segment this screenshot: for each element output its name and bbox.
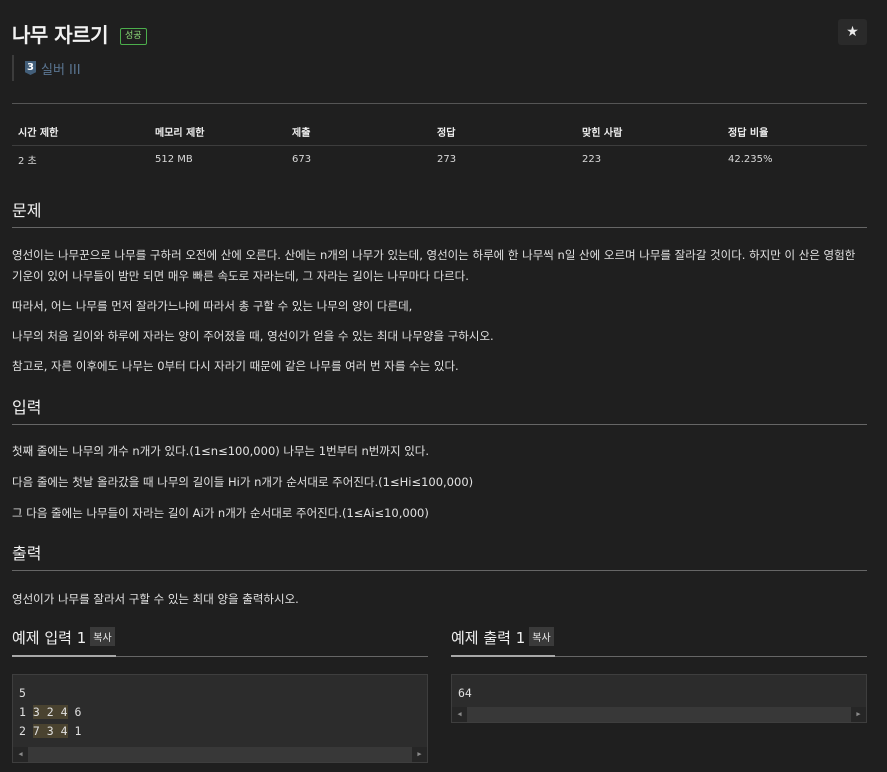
scroll-right-icon[interactable]: ▶ xyxy=(851,707,866,722)
value-time-limit: 2 초 xyxy=(18,155,37,167)
sample-input-token: 2 xyxy=(19,724,26,738)
section-heading-problem: 문제 xyxy=(12,197,867,228)
sample-input-token: 7 xyxy=(32,724,40,738)
header-time-limit: 시간 제한 xyxy=(18,127,59,139)
tier-link[interactable]: 3 실버 III xyxy=(12,55,81,81)
sample-input-heading: 예제 입력 1 복사 xyxy=(12,627,428,657)
tier-label: 실버 III xyxy=(41,62,81,78)
sample-input-line: 2 7 3 4 1 xyxy=(19,722,427,741)
section-heading-output: 출력 xyxy=(12,540,867,571)
section-heading-input: 입력 xyxy=(12,394,867,425)
scroll-right-icon[interactable]: ▶ xyxy=(412,747,427,762)
heading-underline xyxy=(12,655,116,657)
sample-input-token: 5 xyxy=(19,686,26,700)
copy-sample-output-button[interactable]: 복사 xyxy=(529,627,554,646)
input-paragraph-2: 다음 줄에는 첫날 올라갔을 때 나무의 길이들 Hi가 n개가 순서대로 주어… xyxy=(12,475,474,489)
sample-input-line: 1 3 2 4 6 xyxy=(19,703,427,722)
scrollbar-thumb[interactable] xyxy=(467,707,851,722)
sample-input-token: 4 xyxy=(60,705,68,719)
problem-paragraph-1: 영선이는 나무꾼으로 나무를 구하러 오전에 산에 오른다. 산에는 n개의 나… xyxy=(12,248,856,283)
value-accept-ratio: 42.235% xyxy=(728,153,773,165)
sample-output-text: 64 xyxy=(458,686,472,700)
sample-input-token: 4 xyxy=(60,724,68,738)
title-row: 나무 자르기 성공 ★ xyxy=(12,0,867,50)
header-solved-users: 맞힌 사람 xyxy=(582,127,623,139)
value-accepted: 273 xyxy=(437,153,457,165)
table-row: 2 초 512 MB 673 273 223 42.235% xyxy=(12,146,867,172)
sample-input-token: 2 xyxy=(46,705,54,719)
output-paragraph-1: 영선이가 나무를 잘라서 구할 수 있는 최대 양을 출력하시오. xyxy=(12,592,299,606)
sample-input-token: 3 xyxy=(46,724,54,738)
sample-output-title: 예제 출력 1 xyxy=(451,629,526,647)
divider xyxy=(12,103,867,104)
sample-input-token: 1 xyxy=(19,705,26,719)
problem-paragraph-2: 따라서, 어느 나무를 먼저 잘라가느냐에 따라서 총 구할 수 있는 나무의 … xyxy=(12,299,413,313)
problem-paragraph-4: 참고로, 자른 이후에도 나무는 0부터 다시 자라기 때문에 같은 나무를 여… xyxy=(12,359,459,373)
sample-input-token: 3 xyxy=(32,705,40,719)
scroll-left-icon[interactable]: ◀ xyxy=(13,747,28,762)
horizontal-scrollbar[interactable]: ◀ ▶ xyxy=(452,707,866,722)
tier-badge-icon: 3 xyxy=(25,61,36,75)
sample-output-heading: 예제 출력 1 복사 xyxy=(451,627,867,657)
heading-underline xyxy=(451,655,555,657)
header-accept-ratio: 정답 비율 xyxy=(728,127,769,139)
sample-input-line: 5 xyxy=(19,684,427,703)
problem-title: 나무 자르기 xyxy=(12,23,108,47)
scroll-left-icon[interactable]: ◀ xyxy=(452,707,467,722)
table-header-row: 시간 제한 메모리 제한 제출 정답 맞힌 사람 정답 비율 xyxy=(12,117,867,146)
value-submissions: 673 xyxy=(292,153,312,165)
sample-input-title: 예제 입력 1 xyxy=(12,629,87,647)
input-paragraph-3: 그 다음 줄에는 나무들이 자라는 길이 Ai가 n개가 순서대로 주어진다.(… xyxy=(12,506,429,520)
star-icon[interactable]: ★ xyxy=(838,19,867,45)
horizontal-scrollbar[interactable]: ◀ ▶ xyxy=(13,747,427,762)
sample-input-box[interactable]: 51 3 2 4 62 7 3 4 1 ◀ ▶ xyxy=(12,674,428,763)
problem-paragraph-3: 나무의 처음 길이와 하루에 자라는 양이 주어졌을 때, 영선이가 얻을 수 … xyxy=(12,329,494,343)
header-accepted: 정답 xyxy=(437,127,456,139)
problem-info-table: 시간 제한 메모리 제한 제출 정답 맞힌 사람 정답 비율 2 초 512 M… xyxy=(12,117,867,172)
value-memory-limit: 512 MB xyxy=(155,153,193,165)
sample-input-token: 1 xyxy=(74,724,82,738)
sample-input-token: 6 xyxy=(74,705,82,719)
problem-page: 나무 자르기 성공 ★ 3 실버 III 시간 제한 메모리 제한 제출 정답 … xyxy=(12,0,867,763)
sample-output-box[interactable]: 64 ◀ ▶ xyxy=(451,674,867,723)
sample-input-text: 51 3 2 4 62 7 3 4 1 xyxy=(13,675,427,741)
status-badge: 성공 xyxy=(120,28,147,45)
value-solved-users: 223 xyxy=(582,153,602,165)
header-memory-limit: 메모리 제한 xyxy=(155,127,205,139)
header-submissions: 제출 xyxy=(292,127,311,139)
copy-sample-input-button[interactable]: 복사 xyxy=(90,627,115,646)
input-paragraph-1: 첫째 줄에는 나무의 개수 n개가 있다.(1≤n≤100,000) 나무는 1… xyxy=(12,444,430,458)
scrollbar-thumb[interactable] xyxy=(28,747,412,762)
